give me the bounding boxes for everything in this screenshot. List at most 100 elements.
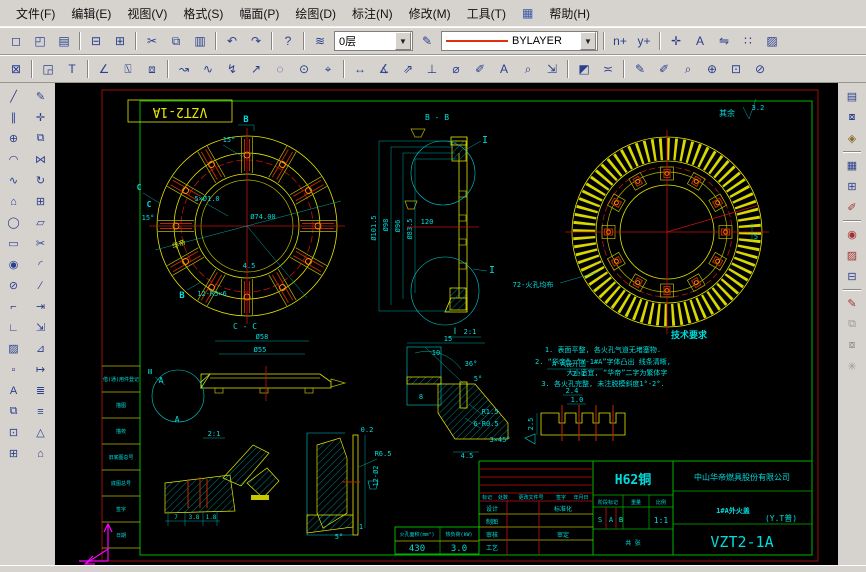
print-preview-icon[interactable]: ⊞ (108, 30, 132, 52)
markup-icon[interactable]: ✐ (839, 197, 865, 218)
undo-icon[interactable]: ↶ (220, 30, 244, 52)
print-icon[interactable]: ⊟ (84, 30, 108, 52)
arc-icon[interactable]: ◠ (1, 149, 27, 170)
parallel-icon[interactable]: ∥ (1, 107, 27, 128)
ruler-icon[interactable]: ≍ (596, 58, 620, 80)
menu-edit[interactable]: 编辑(E) (63, 2, 119, 25)
rectangle-icon[interactable]: ▭ (1, 233, 27, 254)
copy-icon[interactable]: ⧉ (164, 30, 188, 52)
dim-text-icon[interactable]: A (492, 58, 516, 80)
cut-icon[interactable]: ✂ (140, 30, 164, 52)
line-icon[interactable]: ╱ (1, 86, 27, 107)
color-pick-icon[interactable]: ◩ (572, 58, 596, 80)
dim-datum-icon[interactable]: ⊥ (420, 58, 444, 80)
color-select[interactable]: BYLAYER ▼ (441, 31, 598, 51)
new-layout-icon[interactable]: ⊟ (839, 266, 865, 287)
polyline-bolt-icon[interactable]: ↯ (220, 58, 244, 80)
menu-format[interactable]: 格式(S) (175, 2, 231, 25)
render-icon[interactable]: ◈ (839, 128, 865, 149)
dim-scale-icon[interactable]: ⇲ (540, 58, 564, 80)
new-icon[interactable]: ◻ (4, 30, 28, 52)
node-select-icon[interactable]: ⊙ (292, 58, 316, 80)
donut-icon[interactable]: ◉ (1, 254, 27, 275)
align-icon[interactable]: ≡ (28, 401, 54, 422)
point-style-icon[interactable]: ∷ (736, 30, 760, 52)
properties-icon[interactable]: ⌂ (28, 443, 54, 464)
zoom-window-icon[interactable]: ◲ (36, 58, 60, 80)
point-icon[interactable]: ▫ (1, 359, 27, 380)
menu-help[interactable]: 帮助(H) (541, 2, 598, 25)
menu-view[interactable]: 视图(V) (119, 2, 175, 25)
revision-cloud-icon[interactable]: ∿ (196, 58, 220, 80)
raster-image-icon[interactable]: ▨ (760, 30, 784, 52)
dim-linear-icon[interactable]: ↔ (348, 58, 372, 80)
chevron-down-icon[interactable]: ▼ (580, 32, 596, 50)
zoom-object-icon[interactable]: T (60, 58, 84, 80)
dim-angular-icon[interactable]: ∡ (372, 58, 396, 80)
hatch-icon[interactable]: ▨ (1, 338, 27, 359)
pan-icon[interactable]: ✛ (664, 30, 688, 52)
break-icon[interactable]: ∕ (28, 275, 54, 296)
stretch-icon[interactable]: ⇲ (28, 317, 54, 338)
dim-leader-icon[interactable]: ⇗ (396, 58, 420, 80)
layer-settings-icon[interactable]: ✎ (415, 30, 439, 52)
sketch-icon[interactable]: ✎ (28, 86, 54, 107)
mirror-icon[interactable]: ⋈ (28, 149, 54, 170)
step-line-icon[interactable]: ∟ (1, 317, 27, 338)
explode-icon[interactable]: ✳ (839, 356, 865, 377)
menu-tools[interactable]: 工具(T) (459, 2, 514, 25)
copy-object-icon[interactable]: ⧉ (28, 128, 54, 149)
save-icon[interactable]: ▤ (52, 30, 76, 52)
match-properties-icon[interactable]: ⇋ (712, 30, 736, 52)
osnap-node-icon[interactable]: y+ (632, 30, 656, 52)
osnap-nearest-icon[interactable]: n+ (608, 30, 632, 52)
tool-palette-icon[interactable]: ▦ (839, 155, 865, 176)
group-icon[interactable]: ⧉ (839, 314, 865, 335)
extend-icon[interactable]: ⇥ (28, 296, 54, 317)
menu-file[interactable]: 文件(F) (8, 2, 63, 25)
arrow-icon[interactable]: ↗ (244, 58, 268, 80)
insert-block-icon[interactable]: ⊞ (1, 443, 27, 464)
corner-line-icon[interactable]: ⌐ (1, 296, 27, 317)
spline-icon[interactable]: ∿ (1, 170, 27, 191)
menu-draw[interactable]: 绘图(D) (287, 2, 344, 25)
layer-select[interactable]: 0层 ▼ (334, 31, 413, 51)
dim-find-icon[interactable]: ⌕ (516, 58, 540, 80)
chamfer-icon[interactable]: ⊿ (28, 338, 54, 359)
trim-icon[interactable]: ✂ (28, 233, 54, 254)
rotate-icon[interactable]: ↻ (28, 170, 54, 191)
measure-angle-icon[interactable]: ∠ (92, 58, 116, 80)
region-icon[interactable]: ⧉ (1, 401, 27, 422)
object-edit-icon[interactable]: ✐ (652, 58, 676, 80)
zoom-in-icon[interactable]: ⊕ (700, 58, 724, 80)
edit-block-icon[interactable]: ✎ (839, 293, 865, 314)
paste-icon[interactable]: ▥ (188, 30, 212, 52)
free-select-icon[interactable]: ◌ (268, 58, 292, 80)
section-icon[interactable]: ▨ (839, 245, 865, 266)
open-icon[interactable]: ◰ (28, 30, 52, 52)
ellipse-arc-icon[interactable]: ⊘ (1, 275, 27, 296)
text-icon[interactable]: A (1, 380, 27, 401)
sketch-edit-icon[interactable]: ✎ (628, 58, 652, 80)
menu-sheet[interactable]: 幅面(P) (231, 2, 287, 25)
menu-dimension[interactable]: 标注(N) (344, 2, 401, 25)
sheet-manager-icon[interactable]: ▤ (839, 86, 865, 107)
zoom-dynamic-icon[interactable]: ⌕ (676, 58, 700, 80)
block-tools-icon[interactable]: ⧇ (839, 107, 865, 128)
zoom-extents-icon[interactable]: ⊠ (4, 58, 28, 80)
block-library-icon[interactable]: ⧈ (140, 58, 164, 80)
design-center-icon[interactable]: ⊞ (839, 176, 865, 197)
move-icon[interactable]: ✛ (28, 107, 54, 128)
fillet-icon[interactable]: ◜ (28, 254, 54, 275)
polygon-icon[interactable]: ⌂ (1, 191, 27, 212)
edit-polyline-icon[interactable]: ≣ (28, 380, 54, 401)
ungroup-icon[interactable]: ⧇ (839, 335, 865, 356)
redo-icon[interactable]: ↷ (244, 30, 268, 52)
dim-diameter-icon[interactable]: ⌀ (444, 58, 468, 80)
camera-view-icon[interactable]: ◉ (839, 224, 865, 245)
menu-grid-icon[interactable]: ▦ (514, 3, 541, 23)
scale-icon[interactable]: △ (28, 422, 54, 443)
leader-icon[interactable]: ↝ (172, 58, 196, 80)
layer-manager-icon[interactable]: ≋ (308, 30, 332, 52)
help-icon[interactable]: ? (276, 30, 300, 52)
